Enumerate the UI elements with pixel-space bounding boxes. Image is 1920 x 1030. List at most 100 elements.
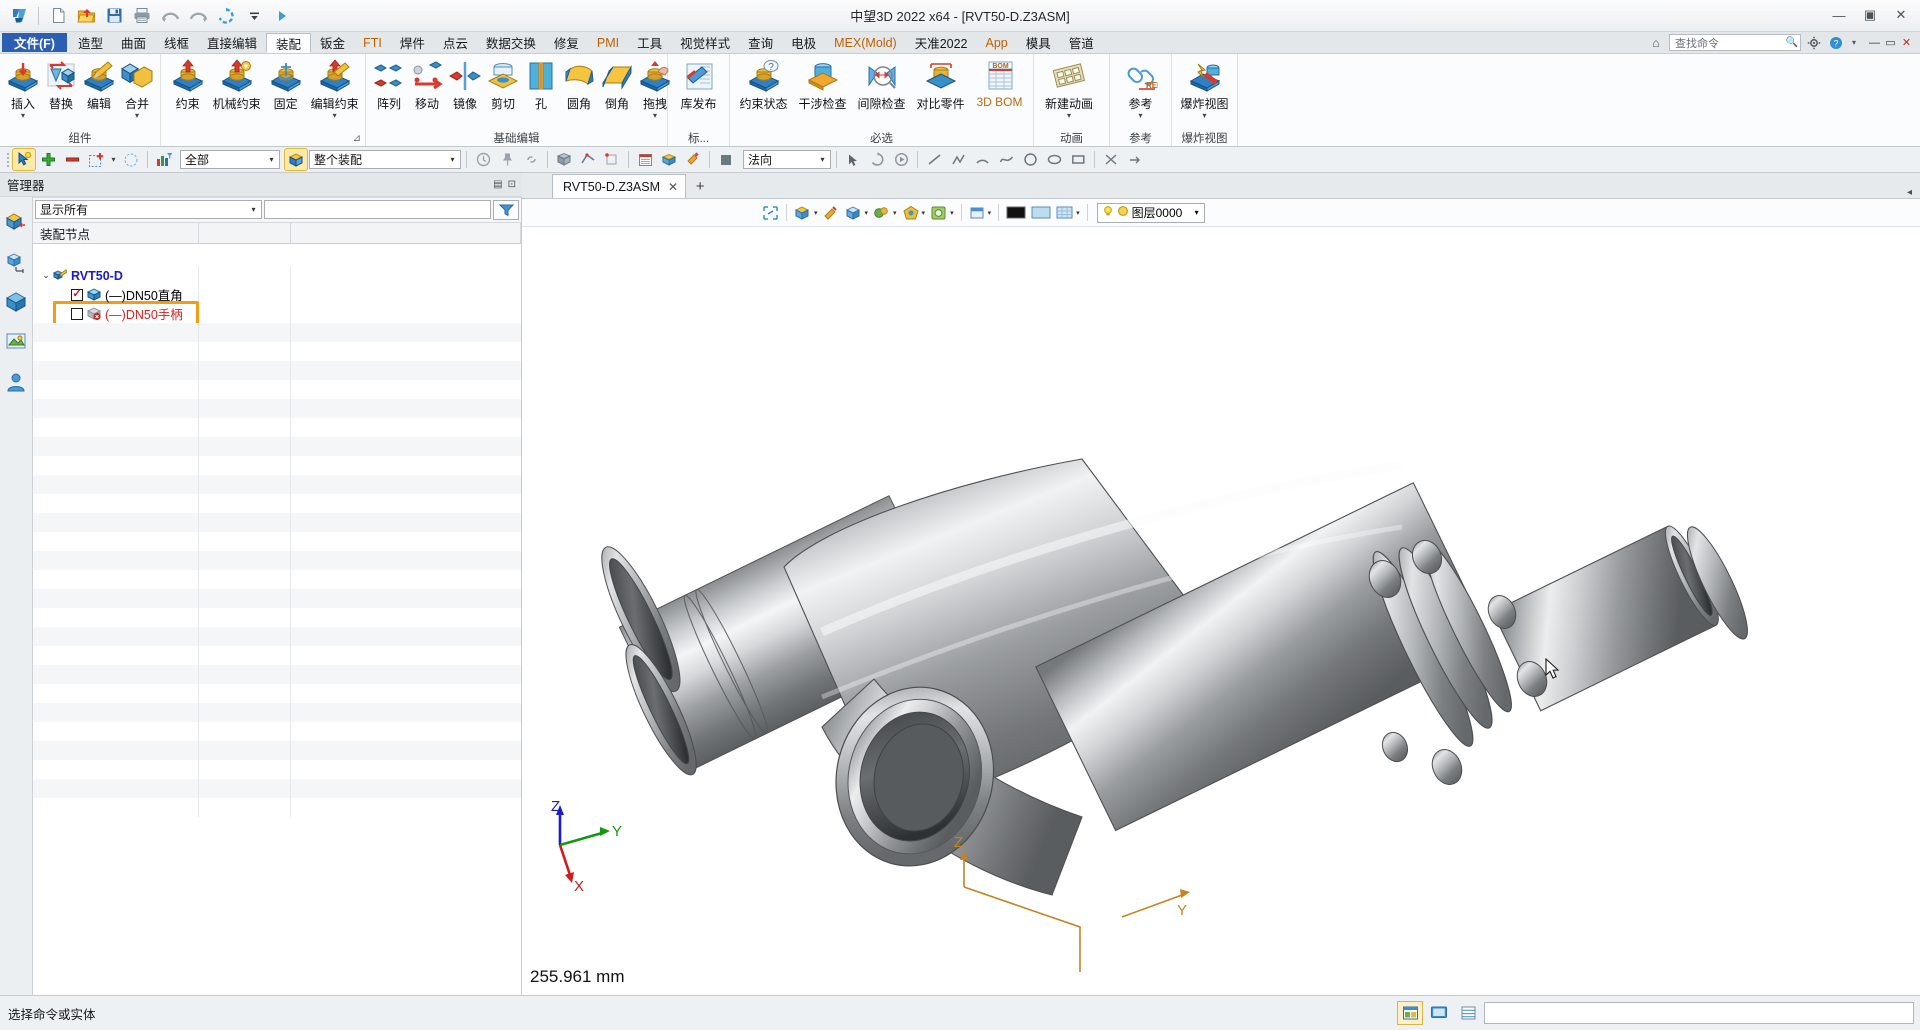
menu-tab-5[interactable]: 装配 (266, 33, 312, 53)
menu-tab-7[interactable]: FTI (354, 32, 391, 53)
ribbon-button-hole[interactable]: 孔 (522, 56, 560, 112)
rect-icon[interactable] (1067, 149, 1089, 170)
menu-tab-6[interactable]: 钣金 (311, 32, 354, 53)
ribbon-button-insert-component[interactable]: 插入 ▾ (4, 56, 42, 121)
assembly-scope-icon[interactable] (284, 148, 308, 171)
menu-tab-4[interactable]: 直接编辑 (198, 32, 266, 53)
assembly-scope-combo[interactable]: 整个装配 ▾ (309, 150, 461, 169)
line-icon[interactable] (923, 149, 945, 170)
history-manager-icon[interactable] (3, 209, 29, 235)
menu-tab-15[interactable]: 查询 (739, 32, 782, 53)
ribbon-button-replace-component[interactable]: 替换 (42, 56, 80, 112)
ribbon-button-reference[interactable]: REF 参考▾ (1114, 56, 1167, 121)
document-tab[interactable]: RVT50-D.Z3ASM ✕ (552, 174, 687, 198)
home-icon[interactable]: ⌂ (1647, 34, 1665, 51)
extend-icon[interactable] (1124, 149, 1146, 170)
ribbon-button-move[interactable]: 移动 (408, 56, 446, 112)
spline-icon[interactable] (995, 149, 1017, 170)
add-selection-caret[interactable]: ▾ (109, 155, 118, 164)
undo-icon[interactable] (157, 3, 183, 29)
command-input[interactable] (1484, 1002, 1914, 1024)
caret-7[interactable]: ▾ (1076, 209, 1080, 217)
ellipse-icon[interactable] (1043, 149, 1065, 170)
normal-direction-combo[interactable]: 法向 ▾ (743, 150, 831, 169)
menu-tab-21[interactable]: 管道 (1060, 32, 1103, 53)
ribbon-button-chamfer[interactable]: 倒角 (598, 56, 636, 112)
search-icon[interactable]: 🔍 (1786, 37, 1798, 48)
window-maximize-button[interactable]: ▣ (1855, 2, 1885, 28)
shade-icon[interactable]: ▾ (843, 202, 871, 224)
caret-3[interactable]: ▾ (893, 209, 897, 217)
menu-tab-13[interactable]: 工具 (628, 32, 671, 53)
save-icon[interactable] (101, 3, 127, 29)
shape-icon[interactable] (715, 149, 737, 170)
tree-row[interactable]: ✓ (—)DN50直角 (33, 285, 521, 304)
ribbon-button-fillet[interactable]: 圆角 (560, 56, 598, 112)
display-mode-button[interactable] (1426, 1001, 1452, 1025)
color-scheme-icon[interactable]: ▾ (900, 202, 928, 224)
fit-view-icon[interactable] (760, 202, 781, 224)
menu-tab-14[interactable]: 视觉样式 (671, 32, 739, 53)
caret-1[interactable]: ▾ (814, 209, 818, 217)
print-icon[interactable] (129, 3, 155, 29)
window-minimize-button[interactable]: — (1824, 2, 1854, 28)
help-icon[interactable]: ? (1827, 34, 1845, 51)
ribbon-collapse-button[interactable]: ◂ (1907, 187, 1920, 198)
chevron-down-icon[interactable]: ▾ (653, 112, 657, 121)
rotate-icon[interactable] (866, 149, 888, 170)
assembly-manager-icon[interactable] (3, 249, 29, 275)
clock-icon[interactable] (472, 149, 494, 170)
inner-close-button[interactable]: ✕ (1899, 35, 1914, 51)
chevron-down-icon[interactable]: ▾ (1067, 112, 1071, 121)
dialog-launcher-icon[interactable]: ⊿ (353, 133, 361, 144)
ribbon-button-interference-check[interactable]: 干涉检查 (793, 56, 852, 112)
render-style-icon[interactable]: ▾ (871, 202, 899, 224)
tree-visibility-checkbox[interactable] (71, 307, 83, 320)
grid-icon[interactable]: ▾ (1054, 202, 1082, 224)
ribbon-button-fix[interactable]: 固定 (263, 56, 308, 112)
select-filter-icon[interactable] (12, 148, 36, 171)
part-manager-icon[interactable] (3, 289, 29, 315)
window-close-button[interactable]: ✕ (1886, 2, 1916, 28)
chevron-down-icon[interactable]: ▾ (333, 112, 337, 121)
ribbon-button-compare-parts[interactable]: 对比零件 (911, 56, 970, 112)
chevron-down-icon-3[interactable]: ▾ (815, 155, 830, 164)
menu-tab-16[interactable]: 电极 (782, 32, 825, 53)
ribbon-button-constraint[interactable]: 约束 (165, 56, 210, 112)
edge-select-icon[interactable] (577, 149, 599, 170)
chevron-down-icon-filter[interactable]: ▾ (246, 205, 261, 214)
command-search-input[interactable]: 查找命令 (1675, 35, 1719, 51)
play-icon[interactable] (269, 3, 295, 29)
layer-color-icon[interactable] (1117, 205, 1129, 220)
ribbon-button-edit-component[interactable]: 编辑 (80, 56, 118, 112)
inner-minimize-button[interactable]: — (1867, 35, 1882, 51)
filter-icon[interactable] (493, 200, 519, 220)
menu-tab-8[interactable]: 焊件 (391, 32, 434, 53)
new-tab-button[interactable]: + (686, 174, 714, 198)
ribbon-button-bom[interactable]: BOM 3D BOM (970, 56, 1029, 109)
background-dark-icon[interactable] (1004, 202, 1028, 224)
layer-combo[interactable]: 图层0000 ▾ (1096, 202, 1205, 223)
play-anim-icon[interactable] (890, 149, 912, 170)
ribbon-button-merge-component[interactable]: 合并 ▾ (118, 56, 156, 121)
filter-color-icon[interactable] (153, 149, 175, 170)
menu-tab-9[interactable]: 点云 (434, 32, 477, 53)
close-icon[interactable]: ✕ (668, 180, 678, 194)
view-orientation-icon[interactable]: ▾ (792, 202, 820, 224)
ribbon-button-clearance-check[interactable]: 间隙检查 (852, 56, 911, 112)
selection-scope-combo[interactable]: 全部 ▾ (180, 150, 280, 169)
ribbon-button-mechanical-constraint[interactable]: 机械约束 (210, 56, 263, 112)
chevron-down-icon[interactable]: ▾ (135, 112, 139, 121)
face-select-icon[interactable] (553, 149, 575, 170)
menu-tab-20[interactable]: 模具 (1017, 32, 1060, 53)
layer-caret[interactable]: ▾ (1190, 208, 1204, 217)
menu-tab-17[interactable]: MEX(Mold) (825, 32, 906, 53)
ribbon-button-mirror[interactable]: 镜像 (446, 56, 484, 112)
section-icon[interactable]: ▾ (967, 202, 994, 224)
3d-viewport[interactable]: Z Y X Z Y 255.961 mm (522, 227, 1920, 995)
menu-tab-3[interactable]: 线框 (155, 32, 198, 53)
trim-icon[interactable] (1100, 149, 1122, 170)
inner-restore-button[interactable]: ▭ (1883, 35, 1898, 51)
command-search-box[interactable]: 查找命令 🔍 (1669, 34, 1801, 51)
manager-pin-icon[interactable]: ⊡ (508, 179, 516, 190)
